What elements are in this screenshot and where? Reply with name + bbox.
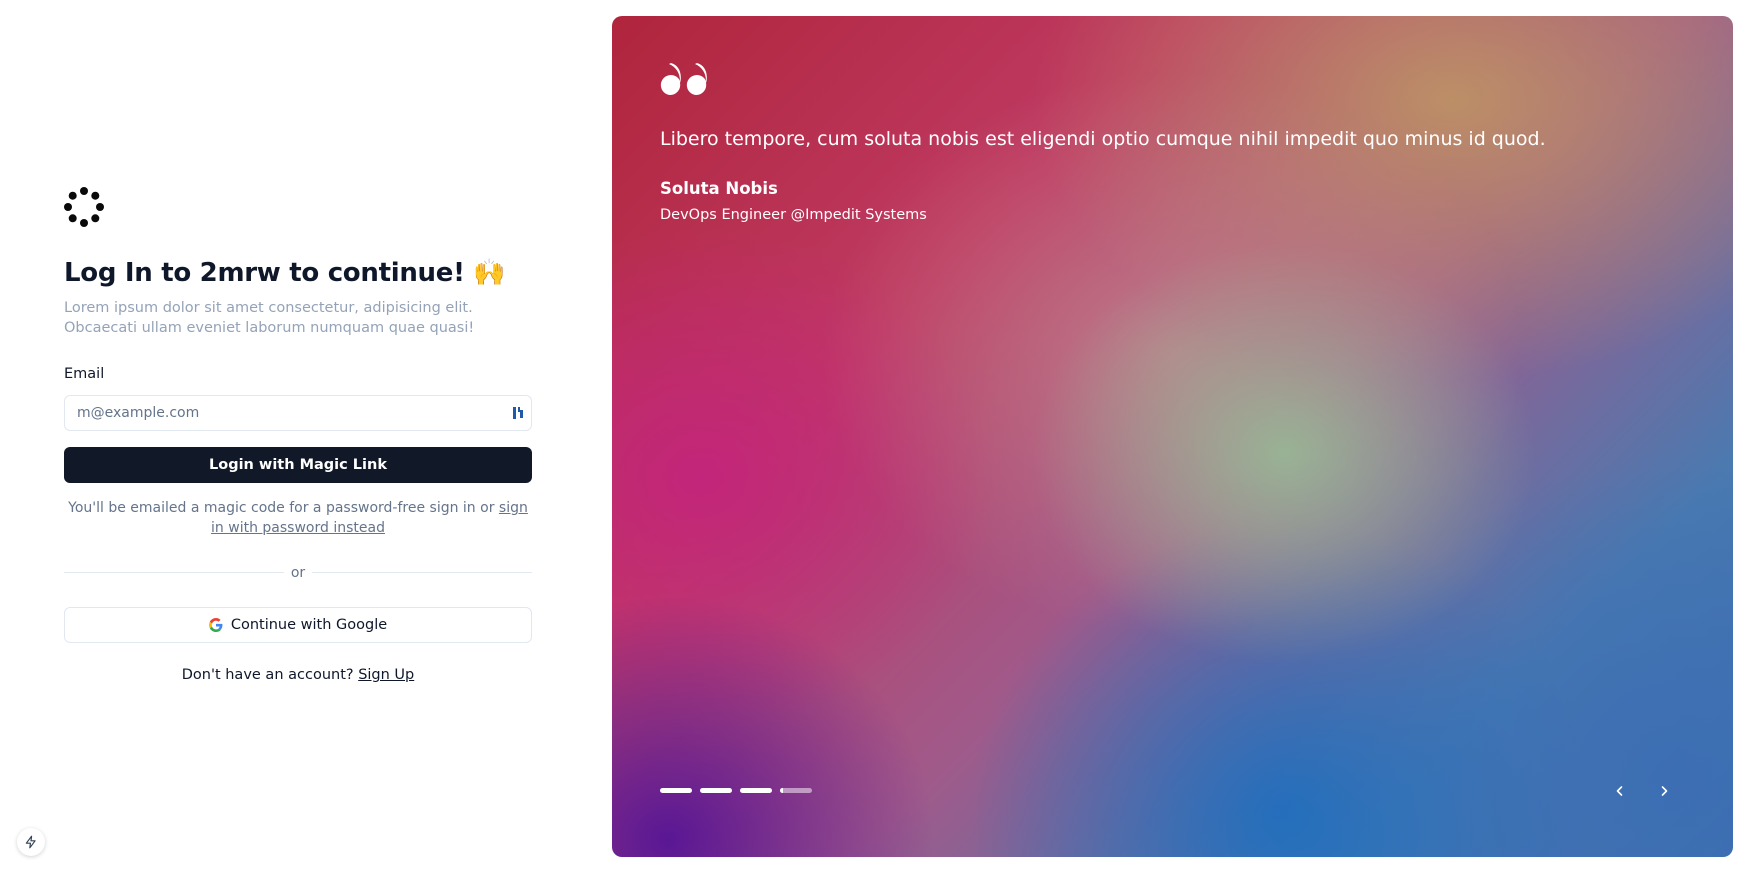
testimonial-panel: Libero tempore, cum soluta nobis est eli… [612,16,1733,857]
magic-link-hint: You'll be emailed a magic code for a pas… [64,498,532,538]
email-label: Email [64,366,105,382]
slide-indicators [660,788,812,793]
chevron-right-icon [1661,786,1668,796]
next-slide-button[interactable] [1655,782,1673,800]
login-panel: Log In to 2mrw to continue! 🙌 Lorem ipsu… [0,0,612,873]
magic-link-button[interactable]: Login with Magic Link [64,447,532,483]
prev-slide-button[interactable] [1611,782,1629,800]
signup-text: Don't have an account? [181,667,359,683]
page-subtitle: Lorem ipsum dolor sit amet consectetur, … [64,300,475,336]
divider-line-right [312,572,532,573]
password-manager-icon[interactable] [511,406,525,420]
google-button-label: Continue with Google [230,617,388,633]
google-icon [208,618,223,632]
quote-icon [660,63,707,95]
testimonial-author-name: Soluta Nobis [660,179,778,198]
slide-progress-fill [780,788,784,793]
page-title: Log In to 2mrw to continue! 🙌 [64,258,506,288]
hint-text: You'll be emailed a magic code for a pas… [68,500,499,516]
slide-indicator-4[interactable] [780,788,812,793]
lightning-button[interactable] [17,828,45,856]
divider-text: or [290,565,306,581]
or-divider: or [64,563,532,583]
google-signin-button[interactable]: Continue with Google [64,607,532,643]
dots-ring-logo-icon [64,187,104,227]
slide-indicator-3[interactable] [740,788,772,793]
signup-prompt: Don't have an account? Sign Up [64,667,532,683]
slide-indicator-2[interactable] [700,788,732,793]
email-field [64,395,532,431]
lightning-icon [25,835,36,849]
slide-indicator-1[interactable] [660,788,692,793]
signup-link[interactable]: Sign Up [358,667,414,683]
email-input[interactable] [65,396,511,430]
testimonial-quote: Libero tempore, cum soluta nobis est eli… [660,128,1546,150]
testimonial-author-role: DevOps Engineer @Impedit Systems [660,207,927,223]
chevron-left-icon [1616,786,1623,796]
